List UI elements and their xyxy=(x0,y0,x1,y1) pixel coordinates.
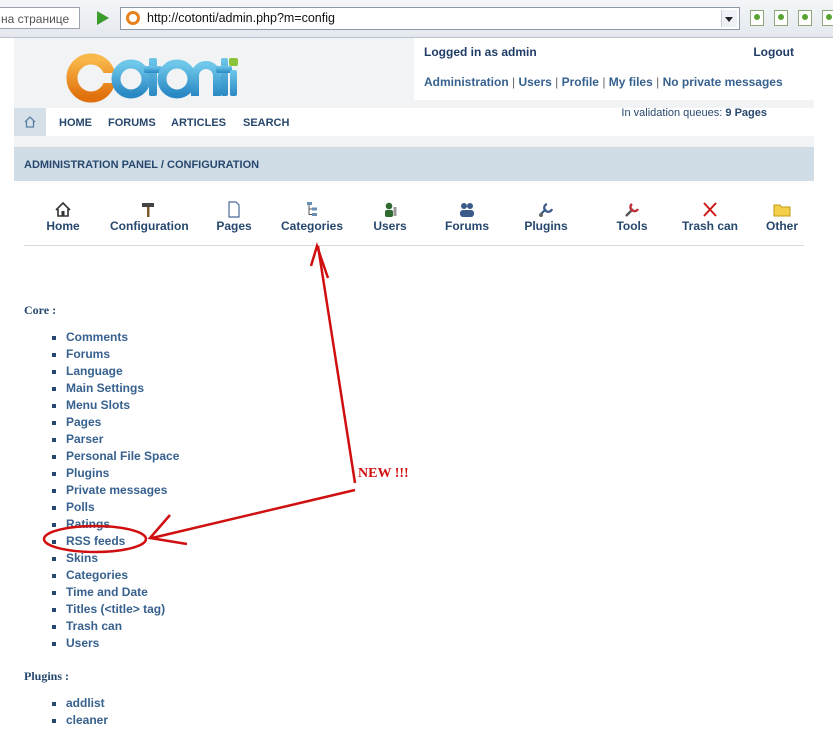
tree-icon xyxy=(307,202,317,216)
home-icon xyxy=(55,201,71,217)
plugin-item-addlist[interactable]: addlist xyxy=(52,696,108,713)
new-annotation-label: NEW !!! xyxy=(358,466,409,481)
home-icon xyxy=(24,116,36,128)
user-links: Administration | Users | Profile | My fi… xyxy=(424,75,783,89)
core-list: Comments Forums Language Main Settings M… xyxy=(52,330,179,653)
plugin-icon xyxy=(539,202,554,217)
core-heading: Core : xyxy=(24,303,57,317)
find-on-page-input[interactable]: на странице xyxy=(0,7,80,29)
logout-link[interactable]: Logout xyxy=(753,45,794,59)
core-item-plugins[interactable]: Plugins xyxy=(52,466,179,483)
plugins-list: addlist cleaner xyxy=(52,696,108,730)
nav-search[interactable]: SEARCH xyxy=(243,117,289,129)
core-item-skins[interactable]: Skins xyxy=(52,551,179,568)
bookmark-manage-icon[interactable] xyxy=(798,10,812,26)
core-item-rss-feeds[interactable]: RSS feeds xyxy=(52,534,179,551)
folder-icon xyxy=(773,204,791,217)
core-item-menu-slots[interactable]: Menu Slots xyxy=(52,398,179,415)
page-icon xyxy=(228,201,240,218)
core-item-private-messages[interactable]: Private messages xyxy=(52,483,179,500)
tab-home[interactable]: Home xyxy=(46,201,80,233)
users-link[interactable]: Users xyxy=(518,75,551,89)
core-item-users[interactable]: Users xyxy=(52,636,179,653)
tab-other[interactable]: Other xyxy=(764,201,800,233)
breadcrumb: ADMINISTRATION PANEL / CONFIGURATION xyxy=(24,159,260,171)
nav-home[interactable]: HOME xyxy=(59,117,92,129)
browser-toolbar: на странице http://cotonti/admin.php?m=c… xyxy=(0,0,833,38)
core-item-trash-can[interactable]: Trash can xyxy=(52,619,179,636)
user-box: Logged in as admin Logout Administration… xyxy=(414,38,814,100)
tab-pages[interactable]: Pages xyxy=(216,201,252,233)
core-item-ratings[interactable]: Ratings xyxy=(52,517,179,534)
trash-x-icon xyxy=(703,202,717,217)
cotonti-logo[interactable] xyxy=(64,46,239,106)
validation-queue: In validation queues: 9 Pages xyxy=(621,107,767,119)
core-item-comments[interactable]: Comments xyxy=(52,330,179,347)
logged-in-text: Logged in as admin xyxy=(424,45,537,59)
core-item-titles[interactable]: Titles (<title> tag) xyxy=(52,602,179,619)
tab-tools[interactable]: Tools xyxy=(613,201,651,233)
tab-trash-can[interactable]: Trash can xyxy=(681,201,739,233)
nav-forums[interactable]: FORUMS xyxy=(108,117,156,129)
core-item-polls[interactable]: Polls xyxy=(52,500,179,517)
favicon-icon xyxy=(126,11,140,25)
url-dropdown-button[interactable] xyxy=(721,10,737,27)
tab-forums[interactable]: Forums xyxy=(444,201,490,233)
hammer-icon xyxy=(142,203,154,217)
admin-content: Home Configuration Pages Categories User… xyxy=(14,181,814,727)
tab-configuration[interactable]: Configuration xyxy=(110,201,189,233)
bookmark-extra-icon[interactable] xyxy=(822,10,833,26)
core-item-pages[interactable]: Pages xyxy=(52,415,179,432)
main-nav: HOME FORUMS ARTICLES SEARCH In validatio… xyxy=(14,107,814,136)
tab-plugins[interactable]: Plugins xyxy=(524,201,568,233)
validation-link[interactable]: 9 Pages xyxy=(725,107,767,119)
my-files-link[interactable]: My files xyxy=(609,75,653,89)
go-arrow-icon[interactable] xyxy=(93,8,111,28)
user-icon xyxy=(385,202,397,217)
admin-tab-bar: Home Configuration Pages Categories User… xyxy=(24,201,804,246)
core-item-forums[interactable]: Forums xyxy=(52,347,179,364)
bookmark-add-icon[interactable] xyxy=(750,10,764,26)
core-item-main-settings[interactable]: Main Settings xyxy=(52,381,179,398)
tab-users[interactable]: Users xyxy=(372,201,408,233)
tab-categories[interactable]: Categories xyxy=(280,201,344,233)
administration-link[interactable]: Administration xyxy=(424,75,509,89)
core-item-parser[interactable]: Parser xyxy=(52,432,179,449)
core-item-language[interactable]: Language xyxy=(52,364,179,381)
tools-icon xyxy=(625,203,640,217)
validation-label: In validation queues: xyxy=(621,107,723,119)
core-item-categories[interactable]: Categories xyxy=(52,568,179,585)
core-item-time-and-date[interactable]: Time and Date xyxy=(52,585,179,602)
plugins-heading: Plugins : xyxy=(24,669,70,683)
bookmark-icon[interactable] xyxy=(774,10,788,26)
forums-icon xyxy=(460,203,474,217)
private-messages-link[interactable]: No private messages xyxy=(663,75,783,89)
address-bar[interactable]: http://cotonti/admin.php?m=config xyxy=(120,7,740,30)
panel-header: ADMINISTRATION PANEL / CONFIGURATION xyxy=(14,147,814,182)
profile-link[interactable]: Profile xyxy=(562,75,599,89)
page: Logged in as admin Logout Administration… xyxy=(14,38,814,727)
nav-articles[interactable]: ARTICLES xyxy=(171,117,226,129)
plugin-item-cleaner[interactable]: cleaner xyxy=(52,713,108,730)
core-item-personal-file-space[interactable]: Personal File Space xyxy=(52,449,179,466)
home-nav-button[interactable] xyxy=(14,108,46,136)
url-text[interactable]: http://cotonti/admin.php?m=config xyxy=(147,11,335,25)
